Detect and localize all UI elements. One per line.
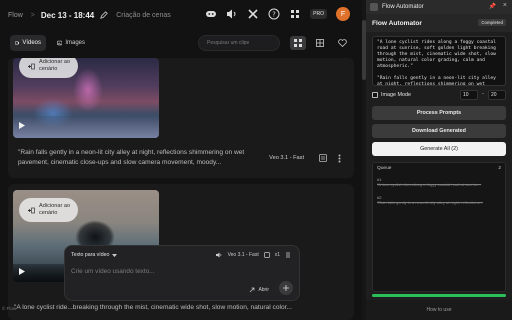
panel-window-title: Flow Automator [382, 4, 424, 10]
send-button[interactable] [279, 281, 293, 295]
search-input[interactable]: Pesquisar um clipe [198, 35, 280, 51]
brand-link[interactable]: Flow [8, 12, 23, 19]
tab-videos-label: Vídeos [22, 40, 41, 46]
chevron-down-icon [112, 253, 118, 257]
image-mode-label: Image Mode [381, 92, 411, 98]
model-selector[interactable]: Veo 3.1 - Fast [228, 252, 259, 258]
panel-title: Flow Automator [372, 19, 422, 27]
queue-item: #2 "Rain falls gently in a neon-lit city… [377, 195, 483, 206]
heart-icon [337, 39, 347, 47]
tab-videos[interactable]: Vídeos [10, 35, 46, 51]
send-icon [283, 285, 289, 291]
download-generated-button[interactable]: Download Generated [372, 124, 506, 138]
open-button[interactable]: Abrir [249, 287, 269, 293]
status-badge: Completed [478, 19, 506, 26]
range-start-input[interactable]: 10 [460, 90, 478, 100]
volume-icon[interactable] [226, 8, 238, 20]
queue-item: #1 "A lone cyclist rides along a foggy c… [377, 177, 482, 188]
video-prompt: "A lone cyclist ride...breaking through … [14, 304, 292, 311]
queue-count: 2 [498, 166, 501, 171]
add-to-scene-icon [28, 63, 35, 69]
pin-icon[interactable]: 📌 [489, 3, 496, 10]
add-to-scene-label: Adicionar ao cenário [39, 59, 71, 72]
open-label: Abrir [258, 287, 269, 293]
progress-bar [372, 294, 506, 297]
generate-all-button[interactable]: Generate All (2) [372, 142, 506, 156]
project-title[interactable]: Dec 13 - 18:44 [41, 11, 94, 20]
image-icon [57, 40, 63, 46]
breadcrumb-separator: > [30, 11, 35, 19]
panel-window-bar: Flow Automator 📌 × [366, 0, 512, 14]
add-to-scene-icon [28, 207, 35, 213]
watermark: © Flow [2, 306, 17, 311]
list-view-button[interactable] [312, 36, 328, 50]
video-card: Adicionar ao cenário "Rain falls gently i… [8, 58, 354, 178]
play-icon[interactable] [19, 268, 25, 275]
output-count[interactable]: x1 [275, 252, 280, 258]
mode-dropdown[interactable]: Texto para vídeo [71, 252, 118, 258]
video-thumbnail[interactable]: Adicionar ao cenário [13, 58, 159, 138]
add-to-scene-button[interactable]: Adicionar ao cenário [19, 198, 79, 222]
video-count-icon [263, 252, 270, 258]
mode-label: Texto para vídeo [71, 252, 110, 258]
more-icon[interactable] [289, 8, 301, 20]
image-mode-checkbox[interactable] [372, 92, 378, 98]
discord-icon[interactable] [205, 8, 217, 20]
close-icon[interactable]: × [503, 2, 507, 9]
svg-text:?: ? [272, 11, 276, 19]
top-icon-group: ? PRO F [205, 7, 350, 21]
list-icon [316, 39, 324, 47]
favorites-button[interactable] [334, 36, 350, 50]
details-button[interactable] [318, 153, 328, 163]
video-icon [15, 41, 20, 45]
filter-toolbar: Vídeos Images Pesquisar um clipe [0, 33, 362, 53]
video-prompt: "Rain falls gently in a neon-lit city al… [18, 149, 245, 167]
play-icon[interactable] [19, 122, 25, 129]
card-more-button[interactable] [334, 153, 344, 163]
range-end-input[interactable]: 20 [488, 90, 506, 100]
audio-icon [215, 252, 221, 258]
avatar[interactable]: F [336, 7, 350, 21]
automator-logo-icon [370, 3, 378, 11]
prompt-composer: Texto para vídeo Veo 3.1 - Fast x1 Crie … [64, 245, 300, 301]
add-to-scene-label: Adicionar ao cenário [39, 203, 71, 216]
model-label: Veo 3.1 - Fast [269, 155, 304, 161]
image-mode-toggle[interactable]: Image Mode [372, 92, 411, 98]
queue-list: Queue 2 #1 "A lone cyclist rides along a… [372, 162, 506, 292]
composer-settings: Veo 3.1 - Fast x1 [215, 252, 291, 258]
open-icon [250, 287, 255, 293]
add-to-scene-button[interactable]: Adicionar ao cenário [19, 58, 79, 78]
flow-automator-panel: Flow Automator 📌 × Flow Automator Comple… [366, 0, 512, 320]
composer-input[interactable]: Crie um vídeo usando texto... [71, 268, 154, 275]
how-to-use-link[interactable]: How to use [366, 300, 512, 320]
flow-app: Flow > Dec 13 - 18:44 Criação de cenas ?… [0, 0, 362, 320]
pro-badge: PRO [310, 9, 327, 19]
tab-images[interactable]: Images [52, 35, 90, 51]
grid-icon [294, 39, 302, 47]
help-icon[interactable]: ? [268, 8, 280, 20]
prompts-textarea[interactable]: "A lone cyclist rides along a foggy coas… [372, 36, 506, 86]
screen: Flow > Dec 13 - 18:44 Criação de cenas ?… [0, 0, 512, 320]
process-prompts-button[interactable]: Process Prompts [372, 106, 506, 120]
scene-builder-link[interactable]: Criação de cenas [116, 12, 170, 19]
details-icon [319, 154, 327, 162]
tab-images-label: Images [65, 40, 85, 46]
pencil-icon[interactable] [100, 11, 109, 19]
x-logo-icon[interactable] [247, 8, 259, 20]
more-vertical-icon [338, 154, 340, 162]
grid-view-button[interactable] [290, 36, 306, 50]
settings-icon[interactable] [285, 252, 291, 258]
panel-header: Flow Automator Completed [366, 14, 512, 32]
top-bar: Flow > Dec 13 - 18:44 Criação de cenas ?… [0, 0, 362, 30]
range-separator: - [482, 91, 484, 97]
queue-label: Queue [377, 166, 392, 171]
